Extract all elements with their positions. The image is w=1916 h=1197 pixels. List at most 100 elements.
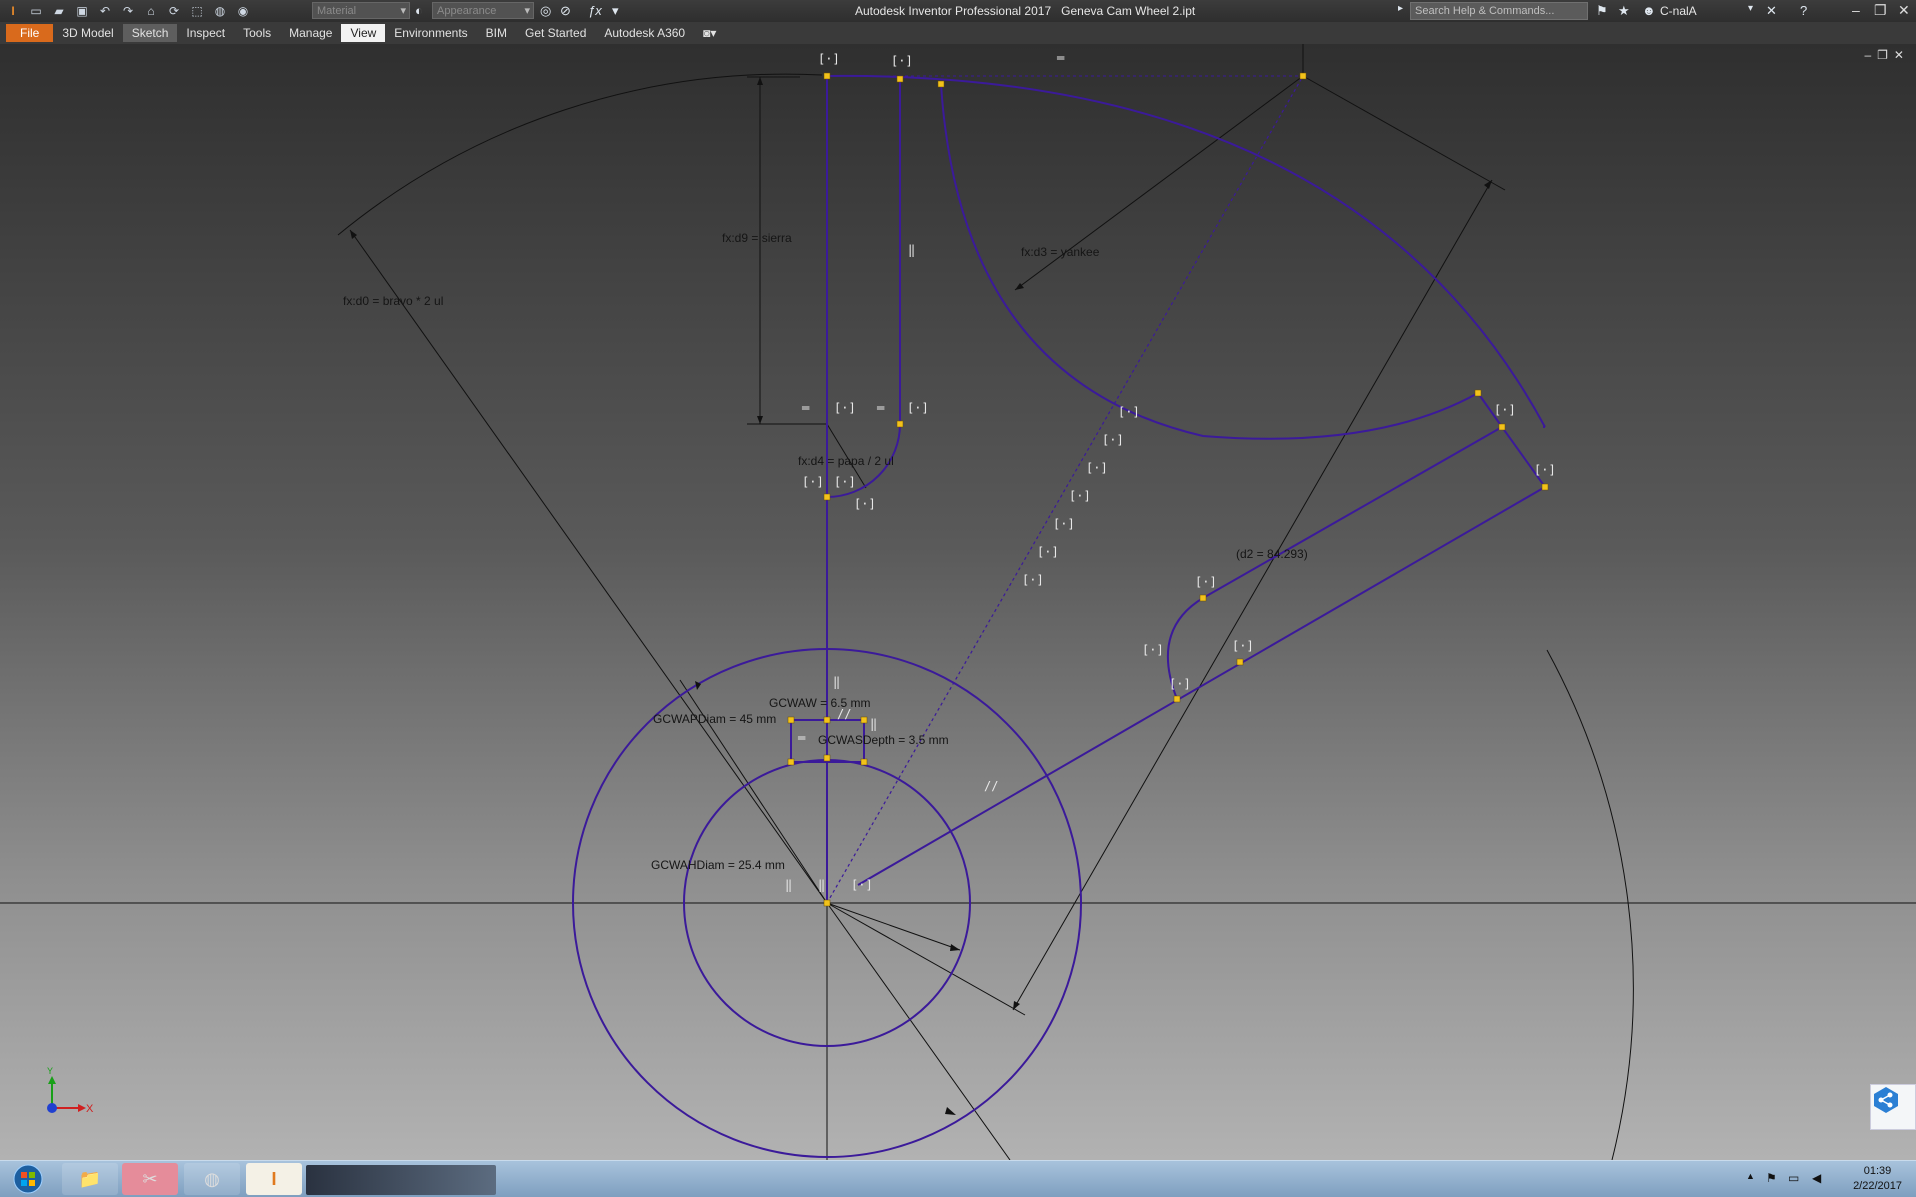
tab-manage[interactable]: Manage [280,24,341,42]
coincident-constraint-glyph[interactable]: [·] [834,475,856,489]
coincident-constraint-glyph[interactable]: [·] [1169,677,1191,691]
sketch-point[interactable] [823,493,831,501]
subscription-icon[interactable]: ⚑ [1596,3,1608,19]
locking-arc[interactable] [940,83,1479,440]
inventor-icon[interactable]: I [246,1163,302,1195]
tab-autodesk-a360[interactable]: Autodesk A360 [595,24,694,42]
dim-d3-text[interactable]: fx:d3 = yankee [1021,245,1100,259]
dim-d0-text[interactable]: fx:d0 = bravo * 2 ul [343,294,443,308]
sketch-point[interactable] [787,716,795,724]
sketch-point[interactable] [1199,594,1207,602]
coincident-constraint-glyph[interactable]: [·] [1195,575,1217,589]
home-icon[interactable]: ⌂ [142,3,160,19]
sketch-point[interactable] [1299,72,1307,80]
sketch-point[interactable] [1541,483,1549,491]
explorer-icon[interactable]: 📁 [62,1163,118,1195]
tab-get-started[interactable]: Get Started [516,24,595,42]
coincident-constraint-glyph[interactable]: [·] [907,401,929,415]
coincident-constraint-glyph[interactable]: [·] [1022,573,1044,587]
minimize-button[interactable]: – [1852,2,1860,18]
vertical-constraint-glyph[interactable]: ‖ [870,717,877,731]
taskbar-preview[interactable] [306,1165,496,1195]
undo-icon[interactable]: ↶ [96,3,114,19]
horizontal-constraint-glyph[interactable]: ═ [1056,51,1065,65]
coincident-constraint-glyph[interactable]: [·] [1142,643,1164,657]
tab-3d-model[interactable]: 3D Model [53,24,122,42]
graphics-window[interactable]: [·] [·] ═ ‖ ═ [·] ═ [·] [·] [·] [·] [·] [·] [·] [·] [·]… [0,44,1916,1160]
dim-d2-text[interactable]: (d2 = 84.293) [1236,547,1308,561]
sketch-point[interactable] [1498,423,1506,431]
vertical-constraint-glyph[interactable]: ‖ [833,675,840,689]
sketch-point[interactable] [823,899,831,907]
open-icon[interactable]: ▰ [50,3,68,19]
coincident-constraint-glyph[interactable]: [·] [1494,403,1516,417]
dim-d9-text[interactable]: fx:d9 = sierra [722,231,792,245]
sketch-canvas[interactable]: [·] [·] ═ ‖ ═ [·] ═ [·] [·] [·] [·] [·] [·] [·] [·] [·]… [0,44,1916,1160]
tab-environments[interactable]: Environments [385,24,476,42]
globe-icon[interactable]: ◉ [234,3,252,19]
coincident-constraint-glyph[interactable]: [·] [1069,489,1091,503]
update-icon[interactable]: ⟳ [165,3,183,19]
star-icon[interactable]: ★ [1618,3,1630,19]
dim-gcwah-text[interactable]: GCWAHDiam = 25.4 mm [651,858,785,872]
windows-start-icon[interactable] [4,1163,52,1195]
sketch-point[interactable] [860,758,868,766]
sketch-point[interactable] [1236,658,1244,666]
volume-icon[interactable]: ◀ [1812,1171,1821,1185]
outer-boundary-arc[interactable] [826,74,1546,428]
sketch-point[interactable] [823,72,831,80]
coincident-constraint-glyph[interactable]: [·] [891,54,913,68]
dim-gcwas-text[interactable]: GCWASDepth = 3.5 mm [818,733,949,747]
coincident-constraint-glyph[interactable]: [·] [854,497,876,511]
firefox-icon[interactable]: ◍ [184,1163,240,1195]
redo-icon[interactable]: ↷ [119,3,137,19]
coincident-constraint-glyph[interactable]: [·] [1118,405,1140,419]
appearance-icon[interactable]: ◐ [415,3,423,18]
sketch-point[interactable] [896,420,904,428]
tray-expand-icon[interactable]: ▲ [1746,1171,1755,1181]
measure-icon[interactable]: ◍ [211,3,229,19]
select-icon[interactable]: ⬚ [188,3,206,19]
save-icon[interactable]: ▣ [73,3,91,19]
sketch-geometry[interactable] [572,74,1546,1158]
customize-icon[interactable]: ▾ [612,3,619,19]
user-menu-chevron-icon[interactable]: ▾ [1748,3,1753,14]
coincident-constraint-glyph[interactable]: [·] [1037,545,1059,559]
dim-d4-text[interactable]: fx:d4 = papa / 2 ul [798,454,894,468]
coincident-constraint-glyph[interactable]: [·] [818,52,840,66]
restore-button[interactable]: ❐ [1874,2,1887,19]
vertical-constraint-glyph[interactable]: ‖ [785,878,792,892]
sketch-point[interactable] [860,716,868,724]
horizontal-constraint-glyph[interactable]: ═ [876,401,885,415]
tab-view[interactable]: View [341,24,386,42]
user-name[interactable]: C-nalA [1660,4,1697,18]
material-dropdown[interactable]: Material [312,2,410,20]
exchange-icon[interactable]: ✕ [1766,3,1777,19]
inventor-app-icon[interactable]: I [4,3,22,19]
sketch-point[interactable] [823,716,831,724]
tab-file[interactable]: File [6,24,54,42]
action-center-icon[interactable]: ⚑ [1766,1171,1777,1185]
tab-sketch[interactable]: Sketch [122,24,178,42]
horizontal-constraint-glyph[interactable]: ═ [801,401,810,415]
horizontal-constraint-glyph[interactable]: ═ [797,731,806,745]
sketch-point[interactable] [896,75,904,83]
system-clock[interactable]: 01:39 2/22/2017 [1853,1164,1902,1194]
sketch-point[interactable] [787,758,795,766]
coincident-constraint-glyph[interactable]: [·] [1086,461,1108,475]
dim-gcwaw-text[interactable]: GCWAW = 6.5 mm [769,696,870,710]
document-window-controls[interactable]: –❐✕ [1865,48,1911,62]
appearance-dropdown[interactable]: Appearance [432,2,534,20]
coincident-constraint-glyph[interactable]: [·] [1102,433,1124,447]
vertical-constraint-glyph[interactable]: ‖ [818,878,825,892]
snipping-tool-icon[interactable]: ✂ [122,1163,178,1195]
coincident-constraint-glyph[interactable]: [·] [834,401,856,415]
coincident-constraint-glyph[interactable]: [·] [1053,517,1075,531]
close-button[interactable]: ✕ [1898,2,1910,19]
sketch-point[interactable] [1474,389,1482,397]
tab-camera-icon[interactable]: ◙▾ [694,24,725,42]
help-icon[interactable]: ? [1800,3,1807,18]
coincident-constraint-glyph[interactable]: [·] [1232,639,1254,653]
clear-icon[interactable]: ⊘ [560,3,571,19]
new-icon[interactable]: ▭ [27,3,45,19]
